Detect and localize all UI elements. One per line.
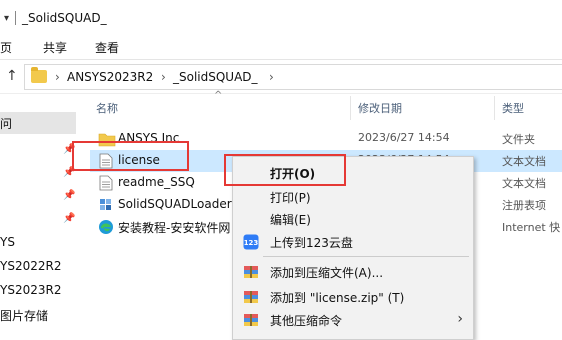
address-box[interactable]: › ANSYS2023R2 › _SolidSQUAD_ › [24, 64, 562, 90]
nav-item-pictures[interactable]: 图片存储 [0, 304, 76, 326]
file-name: 安装教程-安安软件网 [118, 221, 231, 235]
breadcrumb-solidsquad[interactable]: _SolidSQUAD_ [173, 70, 258, 84]
chevron-right-icon[interactable]: › [161, 70, 166, 84]
breadcrumb-ansys2023r2[interactable]: ANSYS2023R2 [67, 70, 153, 84]
file-type: 文本文档 [502, 155, 546, 168]
registry-file-icon [100, 199, 111, 210]
menu-item-label: 编辑(E) [270, 213, 311, 227]
up-arrow-icon[interactable]: ↑ [6, 68, 18, 84]
column-divider[interactable] [350, 96, 351, 120]
title-bar: ▾ _SolidSQUAD_ [0, 0, 562, 34]
file-type: 文本文档 [502, 177, 546, 190]
nav-item-label: YS [0, 235, 15, 249]
menu-item-add-to-license-zip[interactable]: 添加到 "license.zip" (T) [233, 286, 473, 308]
menu-separator [263, 256, 469, 257]
svg-text:123: 123 [244, 239, 259, 247]
column-divider[interactable] [494, 96, 495, 120]
nav-item-label: YS2023R2 [0, 283, 62, 297]
file-date: 2023/6/27 14:54 [358, 131, 450, 144]
file-type: Internet 快 [502, 221, 561, 234]
chevron-down-icon[interactable]: ▾ [4, 13, 9, 24]
text-file-icon [99, 175, 113, 191]
file-name: SolidSQUADLoaderE [118, 197, 240, 211]
sort-ascending-icon: ^ [214, 90, 223, 101]
tab-view[interactable]: 查看 [95, 39, 119, 56]
nav-item-ansys[interactable]: YS [0, 232, 76, 254]
ribbon: 页 共享 查看 [0, 34, 562, 60]
edge-shortcut-icon [99, 220, 113, 234]
pin-icon[interactable]: 📌 [63, 213, 75, 225]
highlight-box [224, 154, 346, 186]
archive-icon [244, 266, 258, 278]
chevron-right-icon[interactable]: › [55, 70, 60, 84]
tab-share[interactable]: 共享 [43, 39, 67, 56]
tab-home[interactable]: 页 [0, 39, 12, 56]
nav-item-ansys2022r2[interactable]: YS2022R2 [0, 256, 76, 278]
nav-item-label: 问 [0, 117, 13, 131]
highlight-box [72, 141, 189, 171]
pin-icon[interactable]: 📌 [63, 190, 75, 202]
chevron-right-icon: › [457, 311, 463, 327]
nav-item-quick-access[interactable]: 问 [0, 112, 76, 134]
menu-item-print[interactable]: 打印(P) [233, 186, 473, 208]
archive-icon [244, 291, 258, 303]
navigation-pane: 问 📌 📌 📌 📌 YS YS2022R2 YS2023R2 图片存储 [0, 94, 76, 340]
menu-item-upload-123[interactable]: 123 上传到123云盘 [233, 231, 473, 253]
folder-icon [31, 67, 47, 83]
quick-access: ▾ _SolidSQUAD_ [4, 11, 107, 25]
menu-item-label: 打印(P) [270, 191, 311, 205]
file-type: 注册表项 [502, 199, 546, 212]
title-separator [15, 11, 17, 25]
menu-item-more-compress[interactable]: 其他压缩命令 › [233, 309, 473, 331]
menu-item-add-to-archive[interactable]: 添加到压缩文件(A)... [233, 261, 473, 283]
column-header-name[interactable]: 名称 [96, 100, 118, 116]
menu-item-edit[interactable]: 编辑(E) [233, 208, 473, 230]
nav-item-label: 图片存储 [0, 309, 49, 323]
chevron-right-icon[interactable]: › [269, 70, 274, 84]
window-title: _SolidSQUAD_ [22, 11, 107, 25]
archive-icon [244, 314, 258, 326]
cloud-123-icon: 123 [243, 234, 259, 250]
menu-item-label: 其他压缩命令 [270, 314, 343, 328]
menu-item-label: 添加到 "license.zip" (T) [270, 291, 405, 305]
menu-item-label: 添加到压缩文件(A)... [270, 266, 384, 280]
nav-item-ansys2023r2[interactable]: YS2023R2 [0, 280, 76, 302]
column-header-type[interactable]: 类型 [502, 100, 524, 116]
address-bar: ↑ › ANSYS2023R2 › _SolidSQUAD_ › [0, 60, 562, 94]
file-type: 文件夹 [502, 133, 535, 146]
file-name: readme_SSQ [118, 175, 195, 189]
column-header-date[interactable]: 修改日期 [358, 100, 402, 116]
menu-item-label: 上传到123云盘 [270, 236, 353, 250]
nav-item-label: YS2022R2 [0, 259, 62, 273]
